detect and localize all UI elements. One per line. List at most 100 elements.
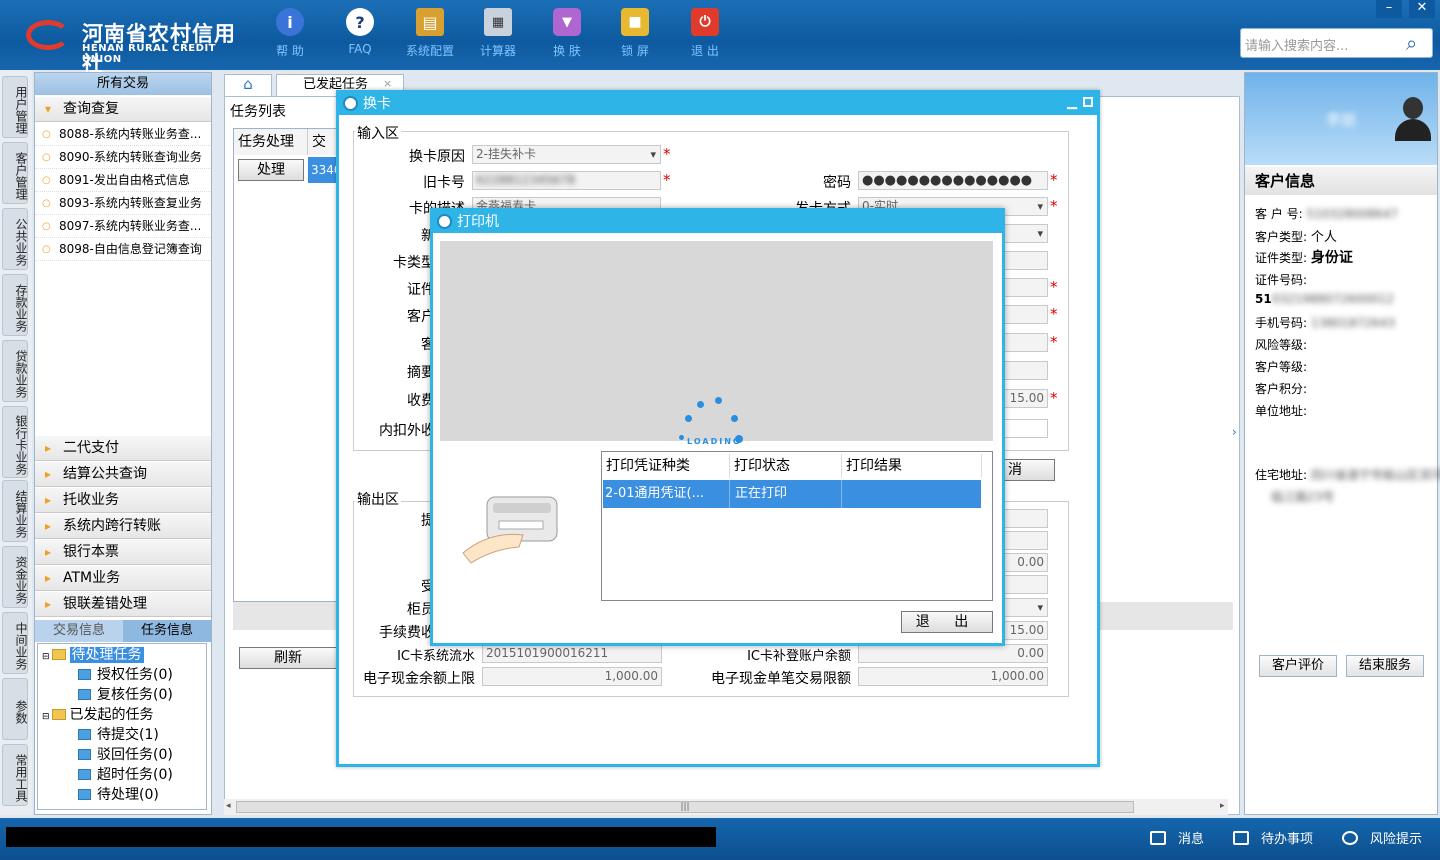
search-input[interactable]: 请输入搜索内容... [1240,28,1433,58]
printer-dialog-title: 打印机 [457,214,499,230]
dialog-maximize-icon[interactable] [1083,97,1093,107]
menu-group-collection[interactable]: 托收业务 [35,488,211,513]
dialog-title-bar[interactable]: 换卡 [339,93,1097,115]
faq-button[interactable]: ? FAQ [330,8,390,56]
tab-home[interactable]: ⌂ [224,74,272,96]
avatar [1393,95,1431,141]
home-icon: ⌂ [243,75,253,93]
old-card-input[interactable]: 6228812345678 [472,171,661,190]
logo-mark-icon [26,20,70,50]
scroll-left-icon[interactable]: ◂ [226,801,231,811]
menu-group-unionpay-error[interactable]: 银联差错处理 [35,592,211,617]
logo-text-en: HENAN RURAL CREDIT UNION [82,43,216,65]
end-service-button[interactable]: 结束服务 [1346,655,1424,677]
menu-item-8093[interactable]: 8093-系统内转账查复业务 [35,192,211,215]
tree-node-to-process[interactable]: 待处理(0) [78,786,159,805]
menu-group-cashier-check[interactable]: 银行本票 [35,540,211,565]
menu-item-8091[interactable]: 8091-发出自由格式信息 [35,169,211,192]
label-ecash-limit: 电子现金余额上限 [363,671,475,687]
vtab-fund[interactable]: 资金业务 [2,546,28,608]
risk-tip-button[interactable]: 风险提示 [1342,828,1422,847]
col-header-result: 打印结果 [842,454,982,478]
scroll-thumb[interactable]: ||| [236,801,1134,813]
task-grid: 任务处理 交易 处理 3340 [233,128,342,602]
tab-trade-info[interactable]: 交易信息 [35,620,123,642]
cancel-button[interactable]: 消 [1003,459,1055,481]
vtab-intermediary[interactable]: 中间业务 [2,612,28,674]
vtab-settlement[interactable]: 结算业务 [2,480,28,542]
search-icon[interactable]: ⌕ [1406,31,1428,55]
menu-item-8088[interactable]: 8088-系统内转账业务查... [35,123,211,146]
calculator-label: 计算器 [479,44,516,58]
system-config-label: 系统配置 [405,44,454,58]
vtab-user-mgmt[interactable]: 用户管理 [2,76,28,138]
refresh-button[interactable]: 刷新 [239,647,337,669]
menu-item-8090[interactable]: 8090-系统内转账查询业务 [35,146,211,169]
tree-node-launched[interactable]: ⊟ 已发起的任务 [42,706,154,725]
cert-no-prefix: 51 [1255,292,1272,306]
calculator-button[interactable]: ▦ 计算器 [468,8,528,59]
customer-eval-button[interactable]: 客户评价 [1259,655,1337,677]
vtab-loan[interactable]: 贷款业务 [2,340,28,402]
print-exit-button[interactable]: 退 出 [901,611,993,633]
tree-node-pending[interactable]: ⊟ 待处理任务 [42,646,144,665]
window-minimize-button[interactable]: – [1376,0,1402,18]
menu-item-8097[interactable]: 8097-系统内转账业务查... [35,215,211,238]
scroll-right-icon[interactable]: ▸ [1220,801,1225,811]
label-summary: 摘要 [407,365,435,381]
customer-no-value: 510328008647 [1306,207,1399,221]
menu-group-2nd-payment[interactable]: 二代支付 [35,436,211,461]
vtab-public-business[interactable]: 公共业务 [2,208,28,270]
vtab-deposit[interactable]: 存款业务 [2,274,28,336]
lock-screen-button[interactable]: ■ 锁 屏 [605,8,665,59]
vtab-customer-mgmt[interactable]: 客户管理 [2,142,28,204]
label-reason: 换卡原因 [409,149,465,165]
message-button[interactable]: 消息 [1150,828,1204,847]
label-ic-balance: IC卡补登账户余额 [747,649,851,664]
help-button[interactable]: i 帮 助 [260,8,320,59]
password-input[interactable]: ●●●●●●●●●●●●●●● [858,171,1048,190]
table-row[interactable]: 2-01通用凭证(... 正在打印 [603,480,981,508]
system-config-button[interactable]: ▤ 系统配置 [400,8,460,59]
window-close-button[interactable]: ✕ [1409,0,1435,18]
menu-group-settlement-query[interactable]: 结算公共查询 [35,462,211,487]
tree-label-review: 复核任务(0) [97,687,173,703]
process-button[interactable]: 处理 [238,159,304,181]
tree-label-launched: 已发起的任务 [69,707,154,723]
vtab-bankcard[interactable]: 银行卡业务 [2,406,28,478]
printer-icon [459,491,569,571]
home-address-label: 住宅地址: [1255,468,1308,482]
menu-group-atm[interactable]: ATM业务 [35,566,211,591]
input-area-label: 输入区 [355,123,401,143]
label-customer: 客户 [407,309,435,325]
tree-node-timeout[interactable]: 超时任务(0) [78,766,173,785]
transaction-menu: 所有交易 查询查复 8088-系统内转账业务查... 8090-系统内转账查询业… [34,72,212,815]
menu-group-query[interactable]: 查询查复 [35,97,211,122]
reason-select[interactable]: 2-挂失补卡 [472,145,661,164]
tree-node-review[interactable]: 复核任务(0) [78,686,173,705]
todo-button[interactable]: 待办事项 [1233,828,1313,847]
exit-label: 退 出 [691,44,719,58]
tab-task-info[interactable]: 任务信息 [123,620,211,642]
ecash-single-field: 1,000.00 [858,667,1048,686]
tree-node-auth[interactable]: 授权任务(0) [78,666,173,685]
skin-button[interactable]: ▼ 换 肤 [537,8,597,59]
dialog-minimize-icon[interactable]: ▁ [1067,95,1077,110]
task-list-label: 任务列表 [230,104,286,120]
menu-group-interbank[interactable]: 系统内跨行转账 [35,514,211,539]
label-card-type: 卡类型 [393,255,435,271]
panel-collapse-icon[interactable]: › [1232,425,1242,465]
tab-close-icon[interactable]: × [383,77,392,90]
tree-node-rejected[interactable]: 驳回任务(0) [78,746,173,765]
exit-button[interactable]: ⏻ 退 出 [675,8,735,59]
printer-dialog-title-bar[interactable]: 打印机 [433,211,1002,233]
task-icon [78,729,91,740]
message-label: 消息 [1178,832,1205,847]
table-row[interactable]: 3340 [308,157,342,183]
vtab-tools[interactable]: 常用工具 [2,744,28,806]
vtab-params[interactable]: 参数 [2,678,28,740]
tree-label-to-process: 待处理(0) [97,787,159,803]
horizontal-scrollbar[interactable]: ◂ ||| ▸ [224,799,1228,815]
tree-node-to-submit[interactable]: 待提交(1) [78,726,159,745]
menu-item-8098[interactable]: 8098-自由信息登记簿查询 [35,238,211,261]
